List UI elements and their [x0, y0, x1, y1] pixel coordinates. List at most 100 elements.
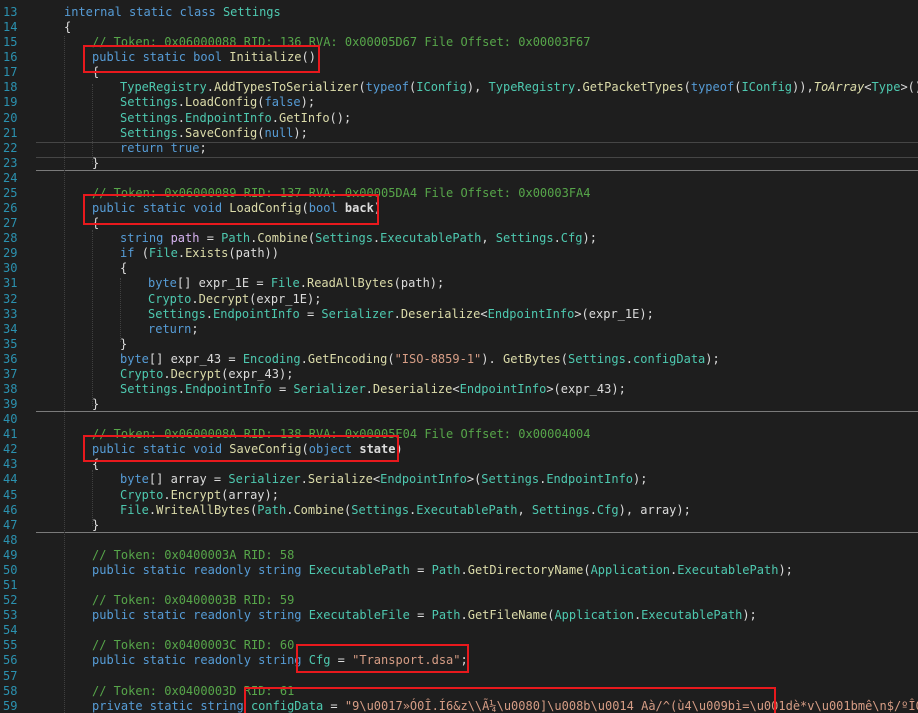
code-line[interactable]: 37 Crypto.Decrypt(expr_43); [0, 366, 918, 382]
code-token: ( [358, 80, 366, 95]
code-line[interactable]: 49 // Token: 0x0400003A RID: 58 [0, 547, 918, 563]
code-token: Encrypt [170, 487, 222, 502]
code-token: } [120, 336, 128, 351]
code-token: Settings [222, 5, 281, 19]
code-token: . [177, 246, 186, 261]
highlight-saveconfig [83, 435, 399, 462]
code-line[interactable]: 30 { [0, 260, 918, 276]
code-token: return [148, 321, 192, 336]
code-line[interactable]: 48 [0, 532, 918, 548]
code-text: Crypto.Decrypt(expr_43); [120, 366, 293, 382]
code-line[interactable]: 45 Crypto.Encrypt(array); [0, 487, 918, 503]
code-token: ExecutablePath [641, 608, 743, 623]
line-number: 40 [3, 412, 18, 427]
code-token: Settings [120, 382, 178, 396]
code-token: ); [778, 562, 793, 577]
code-token: // Token: 0x0400003A RID: 58 [92, 547, 295, 562]
code-line[interactable]: 28 string path = Path.Combine(Settings.Ex… [0, 230, 918, 246]
code-line[interactable]: 19 Settings.LoadConfig(false); [0, 94, 918, 110]
code-token: Settings [568, 351, 626, 366]
code-token: Combine [293, 502, 345, 517]
code-text: File.WriteAllBytes(Path.Combine(Settings… [120, 502, 691, 518]
code-text: // Token: 0x0400003A RID: 58 [92, 547, 294, 563]
code-token: EndpointInfo [546, 472, 634, 487]
code-token: SaveConfig [185, 125, 258, 140]
code-text: internal static class Settings [64, 4, 281, 20]
code-token: public static readonly string [92, 608, 309, 623]
code-text: Crypto.Encrypt(array); [120, 487, 279, 503]
line-number: 36 [3, 351, 18, 366]
code-token: (array); [221, 487, 279, 502]
code-token: . [625, 351, 634, 366]
code-token: EndpointInfo [487, 306, 575, 321]
line-number: 15 [3, 35, 18, 50]
line-number: 50 [3, 562, 18, 577]
code-token: File [148, 246, 178, 261]
code-token: Path [431, 562, 461, 577]
code-text: byte[] array = Serializer.Serialize<Endp… [120, 471, 647, 487]
code-token: ExecutablePath [308, 562, 410, 577]
code-line[interactable]: 22 return true; [0, 140, 918, 156]
code-line[interactable]: 52 // Token: 0x0400003B RID: 59 [0, 592, 918, 608]
code-line[interactable]: 31 byte[] expr_1E = File.ReadAllBytes(pat… [0, 275, 918, 291]
code-line[interactable]: 40 [0, 411, 918, 427]
code-token: ( [683, 80, 691, 95]
code-line[interactable]: 38 Settings.EndpointInfo = Serializer.Des… [0, 381, 918, 397]
code-token: ); [633, 472, 648, 487]
line-number: 57 [3, 668, 18, 683]
code-line[interactable]: 34 return; [0, 321, 918, 337]
line-number: 21 [3, 125, 18, 140]
code-line[interactable]: 24 [0, 170, 918, 186]
line-number: 42 [3, 442, 18, 457]
line-number: 52 [3, 593, 18, 608]
code-line[interactable]: 39} [0, 396, 918, 412]
code-line[interactable]: 47} [0, 517, 918, 533]
code-line[interactable]: 20 Settings.EndpointInfo.GetInfo(); [0, 110, 918, 126]
code-token: Application [554, 608, 634, 623]
code-line[interactable]: 29 if (File.Exists(path)) [0, 245, 918, 261]
line-number: 38 [3, 382, 18, 396]
code-token: (expr_1E); [249, 291, 322, 306]
code-token: GetPacketTypes [582, 80, 684, 95]
code-token: ReadAllBytes [306, 276, 394, 291]
code-token: Decrypt [198, 291, 250, 306]
line-number: 49 [3, 547, 18, 562]
code-token: Cfg [560, 231, 583, 246]
code-token: Settings [315, 231, 373, 246]
code-token: . [300, 472, 308, 487]
code-token: Application [590, 562, 671, 577]
code-token: // Token: 0x0400003B RID: 59 [92, 593, 295, 608]
code-line[interactable]: 44 byte[] array = Serializer.Serialize<En… [0, 471, 918, 487]
code-line[interactable]: 21 Settings.SaveConfig(null); [0, 125, 918, 141]
code-token: ( [141, 246, 149, 261]
line-number: 44 [3, 472, 18, 487]
code-token: < [864, 80, 872, 95]
code-token: ( [387, 351, 395, 366]
line-number: 58 [3, 683, 18, 698]
code-token: Path [221, 231, 251, 246]
line-number: 33 [3, 306, 18, 321]
code-line[interactable]: 33 Settings.EndpointInfo = Serializer.Des… [0, 306, 918, 322]
code-line[interactable]: 14 { [0, 19, 918, 35]
code-line[interactable]: 32 Crypto.Decrypt(expr_1E); [0, 291, 918, 307]
code-line[interactable]: 54 [0, 622, 918, 638]
code-line[interactable]: 51 [0, 577, 918, 593]
code-line[interactable]: 13 internal static class Settings [0, 4, 918, 20]
code-line[interactable]: 18 TypeRegistry.AddTypesToSerializer(type… [0, 79, 918, 95]
code-token: Serialize [307, 472, 373, 487]
code-line[interactable]: 35} [0, 336, 918, 352]
code-line[interactable]: 50 public static readonly string Executab… [0, 562, 918, 578]
code-line[interactable]: 23} [0, 155, 918, 171]
code-token: return true [120, 140, 200, 155]
code-editor[interactable]: 13 internal static class Settings 14 {15 // … [0, 0, 918, 713]
code-token: // Token: 0x0400003C RID: 60 [92, 638, 295, 653]
code-token: EndpointInfo [185, 110, 272, 125]
code-token: . [177, 382, 186, 396]
code-token: ( [560, 351, 568, 366]
code-line[interactable]: 53 public static readonly string Executab… [0, 607, 918, 623]
code-line[interactable]: 36 byte[] expr_43 = Encoding.GetEncoding(… [0, 351, 918, 367]
code-text: // Token: 0x0400003B RID: 59 [92, 592, 294, 608]
code-line[interactable]: 46 File.WriteAllBytes(Path.Combine(Settin… [0, 502, 918, 518]
code-token: ), [466, 80, 489, 95]
code-token: Deserialize [400, 306, 481, 321]
